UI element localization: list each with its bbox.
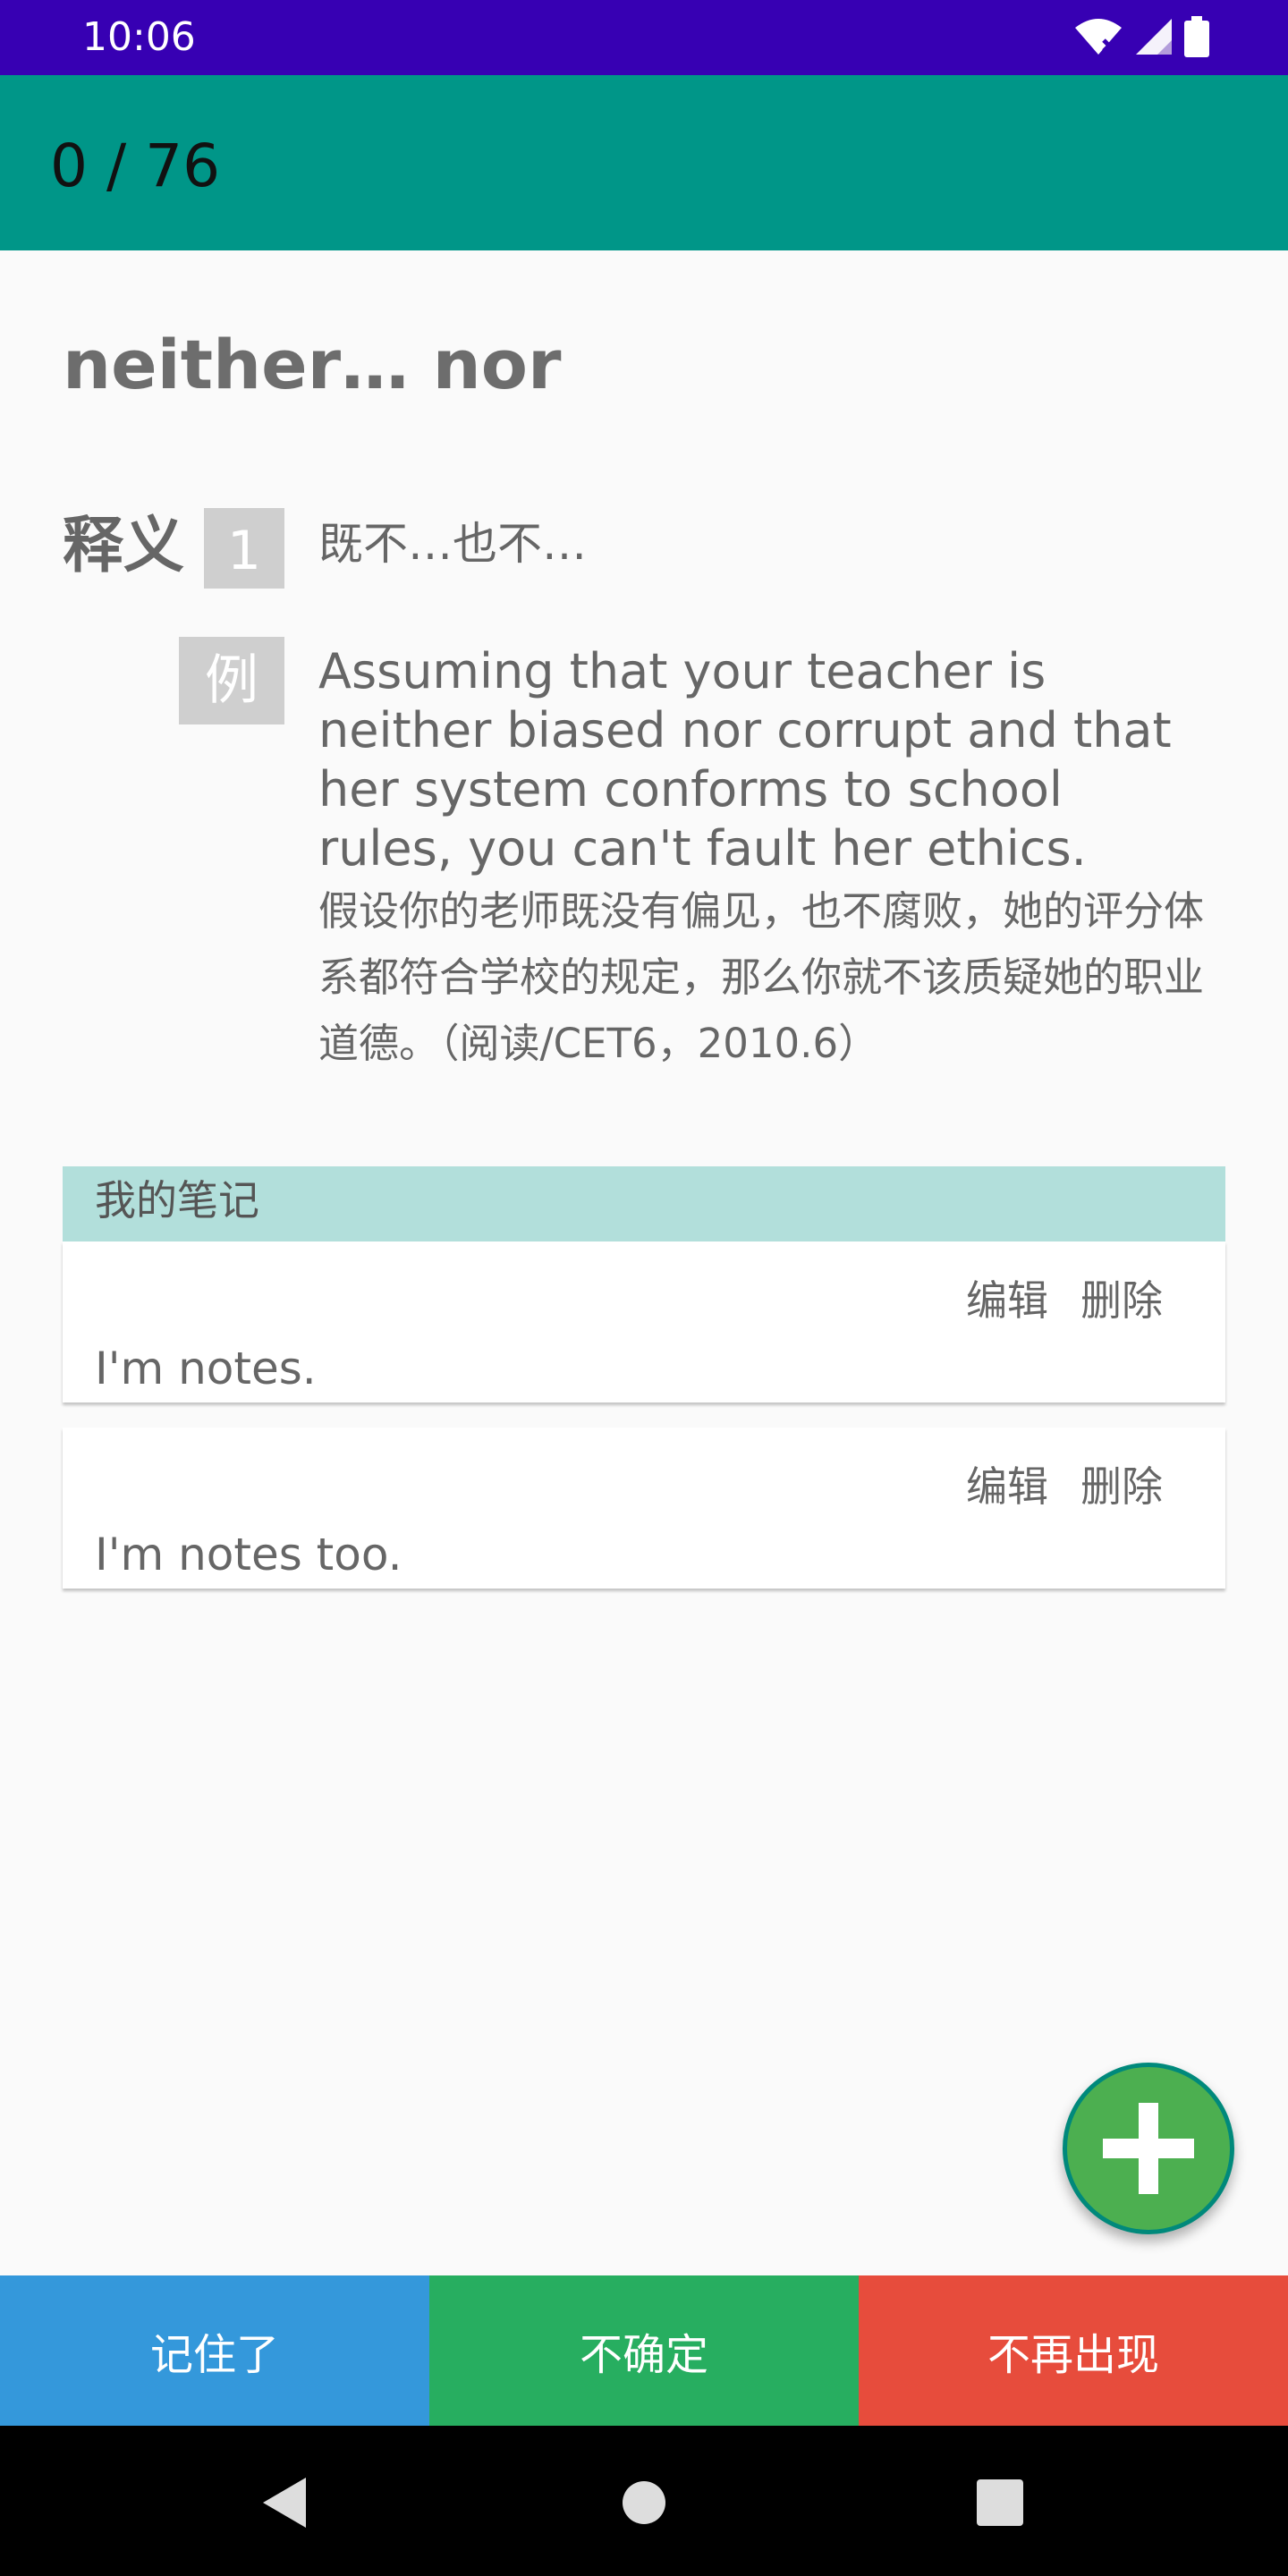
app-bar: 0 / 76 xyxy=(0,75,1288,250)
unsure-button[interactable]: 不确定 xyxy=(429,2275,859,2426)
system-nav-bar xyxy=(0,2426,1288,2576)
definition-label: 释义 xyxy=(63,511,185,581)
add-note-button[interactable] xyxy=(1063,2063,1234,2234)
signal-icon xyxy=(1136,19,1172,55)
never-show-button[interactable]: 不再出现 xyxy=(859,2275,1288,2426)
note-text: I'm notes too. xyxy=(95,1529,402,1580)
back-icon[interactable] xyxy=(259,2476,309,2529)
progress-counter: 0 / 76 xyxy=(50,131,221,200)
home-icon[interactable] xyxy=(621,2479,667,2526)
example-chinese: 假设你的老师既没有偏见，也不腐败，她的评分体系都符合学校的规定，那么你就不该质疑… xyxy=(318,887,1205,1067)
note-card: 编辑 删除 I'm notes. xyxy=(63,1241,1225,1402)
notes-header: 我的笔记 xyxy=(63,1166,1225,1241)
status-time: 10:06 xyxy=(82,14,196,60)
bottom-action-bar: 记住了 不确定 不再出现 xyxy=(0,2275,1288,2426)
remembered-button[interactable]: 记住了 xyxy=(0,2275,429,2426)
note-edit-button[interactable]: 编辑 xyxy=(966,1274,1048,1327)
battery-icon xyxy=(1184,16,1209,57)
status-bar: 10:06 xyxy=(0,0,1288,75)
example-english: Assuming that your teacher is neither bi… xyxy=(318,643,1172,877)
example-badge: 例 xyxy=(179,637,284,724)
note-delete-button[interactable]: 删除 xyxy=(1080,1460,1163,1513)
notes-header-label: 我的笔记 xyxy=(95,1176,259,1224)
note-card: 编辑 删除 I'm notes too. xyxy=(63,1428,1225,1589)
wifi-icon xyxy=(1075,19,1122,55)
status-icons xyxy=(1073,16,1209,57)
word-title: neither… nor xyxy=(63,325,562,404)
note-text: I'm notes. xyxy=(95,1343,317,1394)
definition-text: 既不…也不… xyxy=(318,518,587,570)
definition-number-badge: 1 xyxy=(204,508,284,589)
recents-icon[interactable] xyxy=(977,2479,1023,2526)
note-edit-button[interactable]: 编辑 xyxy=(966,1460,1048,1513)
note-delete-button[interactable]: 删除 xyxy=(1080,1274,1163,1327)
